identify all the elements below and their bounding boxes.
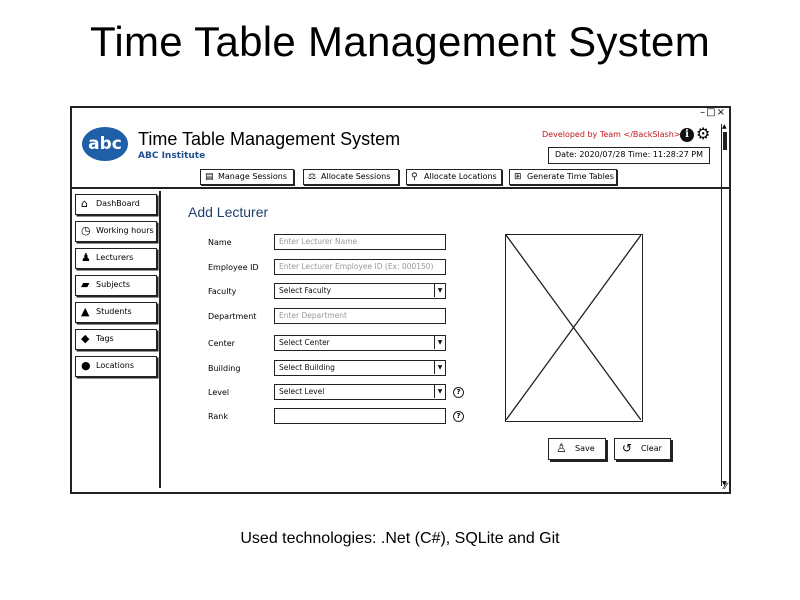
department-label: Department [208,312,257,321]
app-window: –□× abc Time Table Management System ABC… [70,106,731,494]
map-pin-icon: ⚲ [411,172,418,182]
sidebar-item-subjects[interactable]: ▰ Subjects [75,275,157,296]
generate-time-tables-button[interactable]: ⊞ Generate Time Tables [509,169,617,185]
undo-icon: ↺ [622,441,633,455]
sidebar-item-label: Students [96,307,132,316]
book-icon: ▰ [81,278,90,291]
sidebar-item-tags[interactable]: ◆ Tags [75,329,157,350]
sidebar-item-locations[interactable]: ● Locations [75,356,157,377]
sidebar-item-label: Lecturers [96,253,134,262]
developed-by-text: Developed by Team </BackSlash> [542,130,681,139]
users-icon: ♟ [81,251,91,264]
building-select[interactable]: Select Building ▼ [274,360,446,376]
chevron-down-icon[interactable]: ▼ [434,336,445,349]
institute-name: ABC Institute [138,151,206,161]
center-select[interactable]: Select Center ▼ [274,335,446,351]
chevron-down-icon[interactable]: ▼ [434,284,445,297]
sidebar-item-dashboard[interactable]: ⌂ DashBoard [75,194,157,215]
chevron-down-icon[interactable]: ▼ [434,361,445,374]
app-title: Time Table Management System [138,129,401,149]
sidebar-item-lecturers[interactable]: ♟ Lecturers [75,248,157,269]
scroll-up-icon[interactable]: ▲ [722,123,727,130]
resize-grip-icon[interactable]: ⁄⁄ [724,482,727,492]
tags-icon: ◆ [81,332,90,345]
level-select[interactable]: Select Level ▼ [274,384,446,400]
institute-logo: abc [82,127,128,161]
level-select-value: Select Level [279,387,325,396]
home-icon: ⌂ [81,197,88,210]
sidebar-item-students[interactable]: ▲ Students [75,302,157,323]
rank-label: Rank [208,412,228,421]
image-placeholder-icon [506,235,641,420]
allocate-locations-button[interactable]: ⚲ Allocate Locations [406,169,502,185]
name-input[interactable]: Enter Lecturer Name [274,234,446,250]
chevron-down-icon[interactable]: ▼ [434,385,445,398]
page-heading: Time Table Management System [89,18,710,65]
faculty-select-value: Select Faculty [279,286,332,295]
level-help-icon[interactable]: ? [453,387,464,398]
level-label: Level [208,388,230,397]
sidebar-item-label: Tags [96,334,114,343]
sidebar-item-label: Working hours [96,226,154,235]
sidebar-item-label: Locations [96,361,135,370]
scroll-thumb[interactable] [723,132,727,150]
document-icon: ▤ [205,172,214,182]
clear-button-label: Clear [641,444,662,453]
sidebar-item-working-hours[interactable]: ◷ Working hours [75,221,157,242]
name-label: Name [208,238,232,247]
allocate-locations-label: Allocate Locations [424,172,497,181]
save-button-label: Save [575,444,595,453]
lecturer-photo-placeholder[interactable] [505,234,643,422]
save-button[interactable]: ♙ Save [548,438,606,460]
employee-id-label: Employee ID [208,263,259,272]
allocate-sessions-label: Allocate Sessions [321,172,391,181]
graduation-cap-icon: ▲ [81,305,90,318]
clear-button[interactable]: ↺ Clear [614,438,671,460]
building-select-value: Select Building [279,363,335,372]
map-pin-icon: ● [81,359,91,372]
center-label: Center [208,339,235,348]
building-label: Building [208,364,241,373]
form-title: Add Lecturer [188,204,269,220]
rank-help-icon[interactable]: ? [453,411,464,422]
manage-sessions-button[interactable]: ▤ Manage Sessions [200,169,294,185]
rank-input[interactable] [274,408,446,424]
clock-icon: ◷ [81,224,91,237]
datetime-display: Date: 2020/07/28 Time: 11:28:27 PM [548,147,710,164]
add-user-icon: ♙ [556,441,567,455]
info-icon[interactable]: i [680,128,694,142]
sidebar-item-label: Subjects [96,280,131,289]
footer-caption: Used technologies: .Net (C#), SQLite and… [240,530,560,547]
employee-id-input[interactable]: Enter Lecturer Employee ID (Ex: 000150) [274,259,446,275]
allocate-sessions-button[interactable]: ⚖ Allocate Sessions [303,169,399,185]
vertical-scrollbar[interactable]: ▲ ▼ [721,123,728,487]
gear-icon[interactable]: ⚙ [696,125,710,143]
scale-icon: ⚖ [308,172,317,182]
plus-square-icon: ⊞ [514,172,522,182]
app-header: abc Time Table Management System ABC Ins… [72,117,729,189]
manage-sessions-label: Manage Sessions [218,172,288,181]
generate-time-tables-label: Generate Time Tables [527,172,614,181]
department-input[interactable]: Enter Department [274,308,446,324]
faculty-label: Faculty [208,287,237,296]
sidebar: ⌂ DashBoard ◷ Working hours ♟ Lecturers … [72,191,161,488]
faculty-select[interactable]: Select Faculty ▼ [274,283,446,299]
sidebar-item-label: DashBoard [96,199,140,208]
center-select-value: Select Center [279,338,330,347]
